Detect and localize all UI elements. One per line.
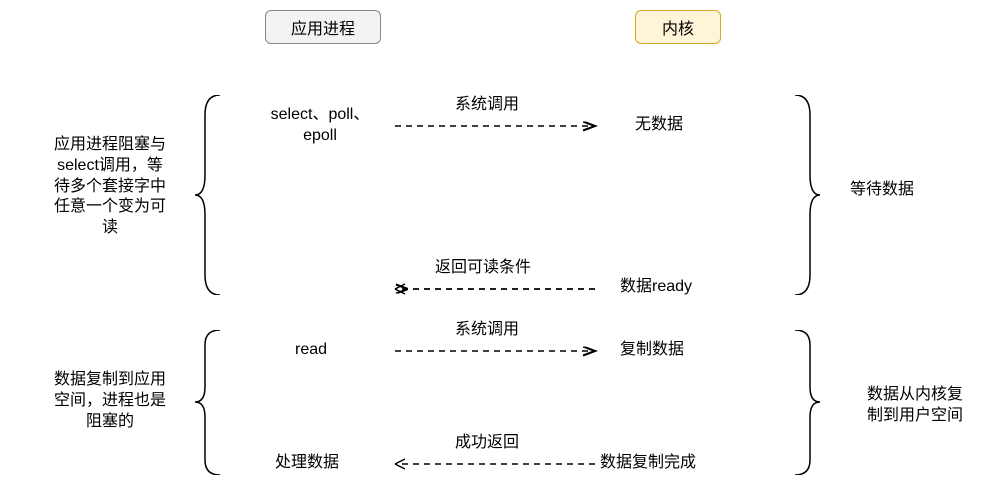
app-state-select: select、poll、 epoll [240,105,400,147]
arrow-label-3: 系统调用 [455,320,519,341]
kernel-state-dataready: 数据ready [620,277,692,298]
right-phase-label-2: 数据从内核复 制到用户空间 [850,385,980,427]
kernel-state-copy: 复制数据 [620,340,684,361]
arrow-label-2: 返回可读条件 [435,258,531,279]
arrow-2-left [395,281,605,297]
arrow-4-left [395,456,605,472]
left-desc-block-1: 应用进程阻塞与 select调用，等 待多个套接字中 任意一个变为可 读 [30,135,190,239]
brace-left-1 [195,95,225,295]
app-state-process-data: 处理数据 [275,453,339,474]
arrow-3-right [395,343,605,359]
brace-left-2 [195,330,225,475]
kernel-state-nodata: 无数据 [635,115,683,136]
brace-right-1 [790,95,820,295]
header-app-process-box: 应用进程 [265,10,381,44]
brace-right-2 [790,330,820,475]
arrow-1-right [395,118,605,134]
arrow-label-4: 成功返回 [455,433,519,454]
app-state-read: read [295,340,327,361]
right-phase-label-1: 等待数据 [850,180,914,201]
arrow-label-1: 系统调用 [455,95,519,116]
header-kernel-box: 内核 [635,10,721,44]
kernel-state-copydone: 数据复制完成 [600,453,696,474]
left-desc-block-2: 数据复制到应用 空间，进程也是 阻塞的 [30,370,190,432]
